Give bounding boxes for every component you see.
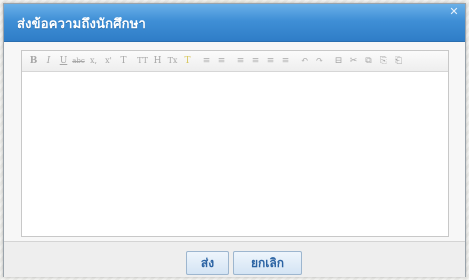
underline-button[interactable]: U bbox=[56, 53, 71, 69]
paste-button[interactable]: ⎘ bbox=[376, 53, 391, 69]
align-center-button[interactable]: ≡ bbox=[248, 53, 263, 69]
highlight-button[interactable]: T bbox=[180, 53, 195, 69]
superscript-button[interactable]: x' bbox=[101, 53, 116, 69]
send-message-dialog: ส่งข้อความถึงนักศึกษา ✕ B I Uabc x, x' T TT H Tx… bbox=[3, 3, 466, 277]
italic-button[interactable]: I bbox=[41, 53, 56, 69]
close-icon[interactable]: ✕ bbox=[448, 6, 460, 18]
clear-format-button[interactable]: Tx bbox=[165, 53, 180, 69]
bullet-list-button[interactable]: ≡ bbox=[199, 53, 214, 69]
rich-text-editor: B I Uabc x, x' T TT H Tx T ≡ ≡ ≡ ≡ ≡ ≡ ↶ ↷ ⊟ ✂ ⧉ ⎘ ⎗ bbox=[21, 50, 449, 237]
heading-button[interactable]: H bbox=[150, 53, 165, 69]
font-family-button[interactable]: TT bbox=[135, 53, 150, 69]
undo-button[interactable]: ↶ bbox=[297, 53, 312, 69]
dialog-titlebar: ส่งข้อความถึงนักศึกษา ✕ bbox=[4, 4, 465, 42]
copy-button[interactable]: ⧉ bbox=[361, 53, 376, 69]
align-right-button[interactable]: ≡ bbox=[263, 53, 278, 69]
editor-toolbar: B I Uabc x, x' T TT H Tx T ≡ ≡ ≡ ≡ ≡ ≡ ↶ ↷ ⊟ ✂ ⧉ ⎘ ⎗ bbox=[22, 51, 448, 72]
redo-button[interactable]: ↷ bbox=[312, 53, 327, 69]
cancel-button[interactable]: ยกเลิก bbox=[233, 251, 302, 275]
link-button[interactable]: ⊟ bbox=[331, 53, 346, 69]
justify-button[interactable]: ≡ bbox=[278, 53, 293, 69]
subscript-button[interactable]: x, bbox=[86, 53, 101, 69]
font-size-button[interactable]: T bbox=[116, 53, 131, 69]
message-body-input[interactable] bbox=[22, 72, 448, 236]
cut-button[interactable]: ✂ bbox=[346, 53, 361, 69]
dialog-footer: ส่ง ยกเลิก bbox=[4, 241, 465, 277]
strikethrough-button[interactable]: abc bbox=[71, 53, 86, 69]
send-button[interactable]: ส่ง bbox=[186, 251, 229, 275]
dialog-title: ส่งข้อความถึงนักศึกษา bbox=[17, 17, 147, 32]
numbered-list-button[interactable]: ≡ bbox=[214, 53, 229, 69]
align-left-button[interactable]: ≡ bbox=[233, 53, 248, 69]
paste-text-button[interactable]: ⎗ bbox=[391, 53, 406, 69]
bold-button[interactable]: B bbox=[26, 53, 41, 69]
